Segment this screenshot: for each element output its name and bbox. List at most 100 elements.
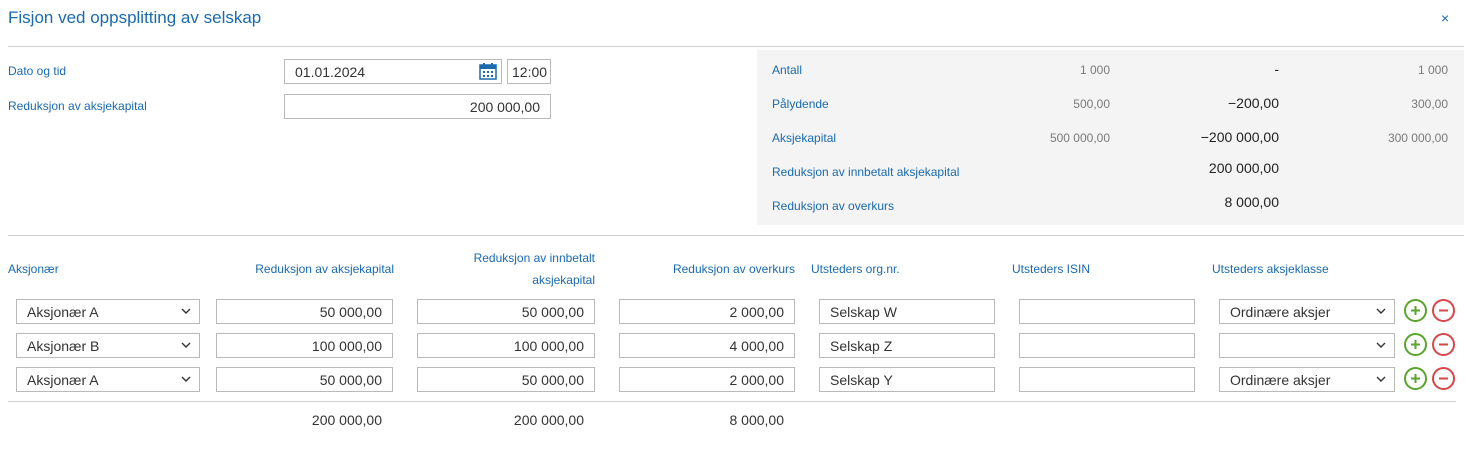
time-input[interactable]: 12:00 xyxy=(507,59,551,84)
summary-change: −200 000,00 xyxy=(1200,129,1279,145)
chevron-down-icon xyxy=(1376,342,1386,348)
total-premium: 8 000,00 xyxy=(729,412,785,428)
org-nr-value: Selskap W xyxy=(830,303,897,320)
summary-after: 1 000 xyxy=(1417,63,1448,77)
premium-input[interactable]: 2 000,00 xyxy=(619,367,795,392)
paid-in-value: 100 000,00 xyxy=(513,337,584,354)
totals-divider xyxy=(8,401,1456,402)
isin-input[interactable] xyxy=(1019,367,1195,392)
summary-before: 500 000,00 xyxy=(1049,131,1110,145)
add-row-button[interactable] xyxy=(1404,367,1427,390)
share-class-select[interactable]: Ordinære aksjer xyxy=(1219,367,1395,392)
chevron-down-icon xyxy=(1376,308,1386,314)
capital-value: 50 000,00 xyxy=(319,371,382,388)
summary-row: Aksjekapital 500 000,00 −200 000,00 300 … xyxy=(757,129,1464,151)
share-class-value: Ordinære aksjer xyxy=(1230,371,1331,388)
shareholder-select[interactable]: Aksjonær A xyxy=(16,299,200,324)
chevron-down-icon xyxy=(181,376,191,382)
minus-circle-icon xyxy=(1439,343,1448,346)
reduction-input[interactable]: 200 000,00 xyxy=(284,94,551,119)
header-shareholder: Aksjonær xyxy=(8,262,59,276)
chevron-down-icon xyxy=(181,342,191,348)
summary-change: 200 000,00 xyxy=(1208,160,1279,176)
capital-input[interactable]: 50 000,00 xyxy=(216,367,393,392)
add-row-button[interactable] xyxy=(1404,333,1427,356)
summary-after: 300 000,00 xyxy=(1387,131,1448,145)
paid-in-input[interactable]: 50 000,00 xyxy=(417,299,595,324)
summary-label: Aksjekapital xyxy=(772,131,837,145)
shareholder-value: Aksjonær A xyxy=(27,371,99,388)
org-nr-input[interactable]: Selskap Y xyxy=(819,367,995,392)
date-input[interactable]: 01.01.2024 xyxy=(284,59,502,84)
paid-in-value: 50 000,00 xyxy=(521,303,584,320)
reduction-label: Reduksjon av aksjekapital xyxy=(8,99,147,113)
premium-value: 4 000,00 xyxy=(729,337,785,354)
minus-circle-icon xyxy=(1439,377,1448,380)
date-label: Dato og tid xyxy=(8,64,67,78)
summary-label: Pålydende xyxy=(772,97,829,111)
summary-row: Reduksjon av innbetalt aksjekapital 200 … xyxy=(757,160,1464,185)
capital-input[interactable]: 50 000,00 xyxy=(216,299,393,324)
header-org-nr: Utsteders org.nr. xyxy=(811,262,900,276)
header-premium: Reduksjon av overkurs xyxy=(672,262,795,276)
share-class-value: Ordinære aksjer xyxy=(1230,303,1331,320)
shareholder-value: Aksjonær B xyxy=(27,337,100,354)
total-paid-in: 200 000,00 xyxy=(513,412,584,428)
paid-in-input[interactable]: 100 000,00 xyxy=(417,333,595,358)
remove-row-button[interactable] xyxy=(1432,333,1455,356)
header-divider xyxy=(8,46,1464,47)
summary-label: Reduksjon av innbetalt aksjekapital xyxy=(772,165,960,179)
paid-in-value: 50 000,00 xyxy=(521,371,584,388)
header-paid-in-line1: Reduksjon av innbetalt xyxy=(473,251,595,265)
section-divider xyxy=(8,235,1464,236)
header-isin: Utsteders ISIN xyxy=(1012,262,1091,276)
capital-value: 50 000,00 xyxy=(319,303,382,320)
header-share-class: Utsteders aksjeklasse xyxy=(1212,262,1329,276)
premium-value: 2 000,00 xyxy=(729,303,785,320)
calendar-icon[interactable] xyxy=(479,63,497,80)
share-class-select[interactable]: Ordinære aksjer xyxy=(1219,299,1395,324)
dialog-title: Fisjon ved oppsplitting av selskap xyxy=(8,8,262,27)
premium-input[interactable]: 2 000,00 xyxy=(619,299,795,324)
summary-label: Reduksjon av overkurs xyxy=(772,199,895,213)
share-class-select[interactable] xyxy=(1219,333,1395,358)
premium-input[interactable]: 4 000,00 xyxy=(619,333,795,358)
summary-row: Antall 1 000 - 1 000 xyxy=(757,61,1464,83)
remove-row-button[interactable] xyxy=(1432,367,1455,390)
capital-value: 100 000,00 xyxy=(311,337,382,354)
org-nr-input[interactable]: Selskap W xyxy=(819,299,995,324)
summary-panel: Antall 1 000 - 1 000 Pålydende 500,00 −2… xyxy=(757,50,1464,225)
chevron-down-icon xyxy=(1376,376,1386,382)
plus-circle-icon xyxy=(1411,374,1420,383)
chevron-down-icon xyxy=(181,308,191,314)
capital-input[interactable]: 100 000,00 xyxy=(216,333,393,358)
reduction-value: 200 000,00 xyxy=(469,98,540,115)
isin-input[interactable] xyxy=(1019,333,1195,358)
premium-value: 2 000,00 xyxy=(729,371,785,388)
shareholder-select[interactable]: Aksjonær B xyxy=(16,333,200,358)
shareholder-select[interactable]: Aksjonær A xyxy=(16,367,200,392)
org-nr-value: Selskap Z xyxy=(830,337,893,354)
paid-in-input[interactable]: 50 000,00 xyxy=(417,367,595,392)
summary-change: −200,00 xyxy=(1228,95,1279,111)
close-icon[interactable]: × xyxy=(1441,10,1449,26)
summary-row: Pålydende 500,00 −200,00 300,00 xyxy=(757,95,1464,117)
org-nr-input[interactable]: Selskap Z xyxy=(819,333,995,358)
date-value: 01.01.2024 xyxy=(295,63,366,80)
summary-before: 500,00 xyxy=(1073,97,1110,111)
header-paid-in-line2: aksjekapital xyxy=(532,273,595,287)
isin-input[interactable] xyxy=(1019,299,1195,324)
remove-row-button[interactable] xyxy=(1432,299,1455,322)
plus-circle-icon xyxy=(1411,340,1420,349)
shareholder-value: Aksjonær A xyxy=(27,303,99,320)
total-capital: 200 000,00 xyxy=(311,412,382,428)
summary-before: 1 000 xyxy=(1079,63,1110,77)
org-nr-value: Selskap Y xyxy=(830,371,893,388)
summary-row: Reduksjon av overkurs 8 000,00 xyxy=(757,194,1464,219)
header-capital-reduction: Reduksjon av aksjekapital xyxy=(255,262,394,276)
plus-circle-icon xyxy=(1411,306,1420,315)
add-row-button[interactable] xyxy=(1404,299,1427,322)
minus-circle-icon xyxy=(1439,309,1448,312)
time-value: 12:00 xyxy=(512,63,548,80)
summary-change: - xyxy=(1274,61,1279,77)
